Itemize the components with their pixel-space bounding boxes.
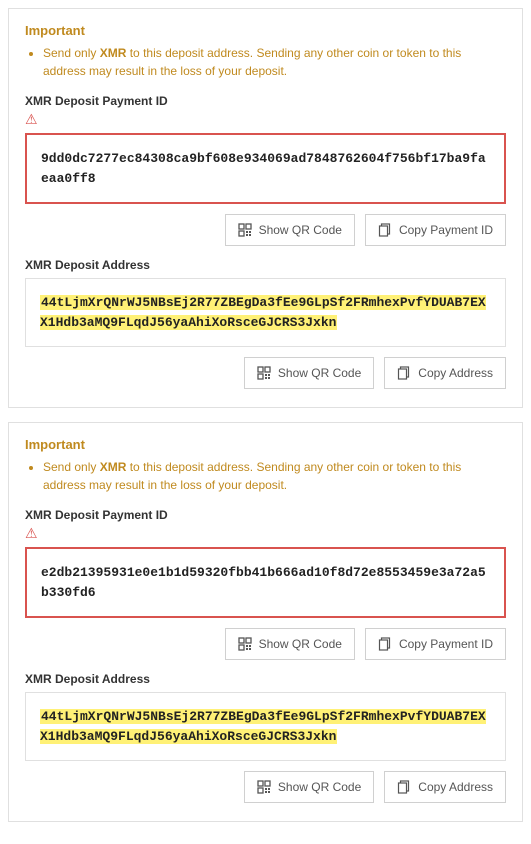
address-value: 44tLjmXrQNrWJ5NBsEj2R77ZBEgDa3fEe9GLpSf2… — [40, 295, 486, 330]
copy-payment-id-button[interactable]: Copy Payment ID — [365, 214, 506, 246]
copy-icon — [378, 637, 392, 651]
copy-addr-label: Copy Address — [418, 780, 493, 794]
qr-code-icon — [238, 637, 252, 651]
payment-id-value: 9dd0dc7277ec84308ca9bf608e934069ad784876… — [41, 151, 486, 186]
show-qr-code-button[interactable]: Show QR Code — [244, 357, 374, 389]
warning-item: Send only XMR to this deposit address. S… — [43, 458, 506, 494]
copy-payment-id-button[interactable]: Copy Payment ID — [365, 628, 506, 660]
show-qr-label: Show QR Code — [278, 780, 361, 794]
warning-coin: XMR — [100, 460, 127, 474]
important-heading: Important — [25, 23, 506, 38]
payment-id-button-row: Show QR Code Copy Payment ID — [25, 214, 506, 246]
payment-id-box: 9dd0dc7277ec84308ca9bf608e934069ad784876… — [25, 133, 506, 204]
copy-address-button[interactable]: Copy Address — [384, 357, 506, 389]
warning-item: Send only XMR to this deposit address. S… — [43, 44, 506, 80]
copy-address-button[interactable]: Copy Address — [384, 771, 506, 803]
show-qr-label: Show QR Code — [278, 366, 361, 380]
deposit-panel: Important Send only XMR to this deposit … — [8, 422, 523, 822]
copy-icon — [378, 223, 392, 237]
show-qr-label: Show QR Code — [259, 637, 342, 651]
warning-list: Send only XMR to this deposit address. S… — [25, 44, 506, 80]
address-button-row: Show QR Code Copy Address — [25, 357, 506, 389]
warning-triangle-icon: ⚠ — [25, 526, 38, 540]
qr-code-icon — [257, 780, 271, 794]
copy-icon — [397, 366, 411, 380]
deposit-panel: Important Send only XMR to this deposit … — [8, 8, 523, 408]
payment-id-button-row: Show QR Code Copy Payment ID — [25, 628, 506, 660]
important-heading: Important — [25, 437, 506, 452]
warning-prefix: Send only — [43, 46, 100, 60]
copy-addr-label: Copy Address — [418, 366, 493, 380]
copy-id-label: Copy Payment ID — [399, 637, 493, 651]
show-qr-code-button[interactable]: Show QR Code — [225, 214, 355, 246]
payment-id-label-row: XMR Deposit Payment ID — [25, 94, 506, 108]
address-box: 44tLjmXrQNrWJ5NBsEj2R77ZBEgDa3fEe9GLpSf2… — [25, 278, 506, 347]
show-qr-label: Show QR Code — [259, 223, 342, 237]
warning-coin: XMR — [100, 46, 127, 60]
address-label-row: XMR Deposit Address — [25, 258, 506, 272]
warning-prefix: Send only — [43, 460, 100, 474]
copy-icon — [397, 780, 411, 794]
address-label: XMR Deposit Address — [25, 258, 150, 272]
payment-id-label: XMR Deposit Payment ID — [25, 94, 168, 108]
address-label-row: XMR Deposit Address — [25, 672, 506, 686]
warning-triangle-icon: ⚠ — [25, 112, 38, 126]
payment-id-box: e2db21395931e0e1b1d59320fbb41b666ad10f8d… — [25, 547, 506, 618]
address-box: 44tLjmXrQNrWJ5NBsEj2R77ZBEgDa3fEe9GLpSf2… — [25, 692, 506, 761]
show-qr-code-button[interactable]: Show QR Code — [244, 771, 374, 803]
payment-id-value: e2db21395931e0e1b1d59320fbb41b666ad10f8d… — [41, 565, 486, 600]
copy-id-label: Copy Payment ID — [399, 223, 493, 237]
warning-list: Send only XMR to this deposit address. S… — [25, 458, 506, 494]
payment-id-label: XMR Deposit Payment ID — [25, 508, 168, 522]
show-qr-code-button[interactable]: Show QR Code — [225, 628, 355, 660]
address-value: 44tLjmXrQNrWJ5NBsEj2R77ZBEgDa3fEe9GLpSf2… — [40, 709, 486, 744]
address-button-row: Show QR Code Copy Address — [25, 771, 506, 803]
qr-code-icon — [238, 223, 252, 237]
address-label: XMR Deposit Address — [25, 672, 150, 686]
qr-code-icon — [257, 366, 271, 380]
payment-id-label-row: XMR Deposit Payment ID — [25, 508, 506, 522]
